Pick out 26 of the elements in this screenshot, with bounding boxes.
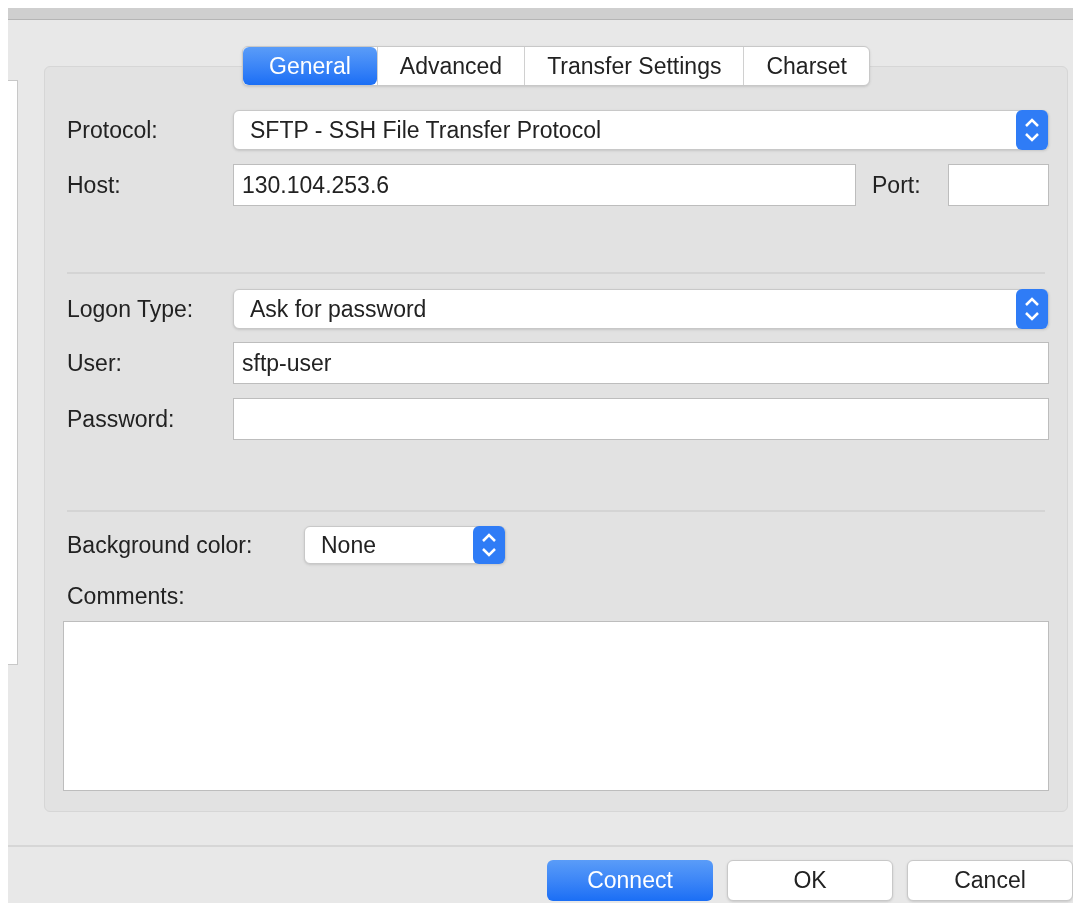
protocol-dropdown[interactable]: SFTP - SSH File Transfer Protocol	[233, 110, 1049, 150]
tab[interactable]: General	[243, 47, 377, 85]
chevron-up-down-icon	[1016, 110, 1048, 150]
comments-field[interactable]	[63, 621, 1049, 791]
field-label: User:	[67, 348, 123, 378]
field-label: Host:	[67, 170, 122, 200]
field-label: Port:	[872, 170, 922, 200]
password-field[interactable]	[233, 398, 1049, 440]
field-label: Password:	[67, 404, 176, 434]
dialog-button[interactable]: OK	[727, 860, 893, 901]
logon-type-dropdown[interactable]: Ask for password	[233, 289, 1049, 329]
chevron-up-down-icon	[1016, 289, 1048, 329]
field-label: Logon Type:	[67, 294, 195, 324]
field-label: Comments:	[67, 582, 186, 609]
chevron-up-down-icon	[473, 526, 505, 564]
field-label: Protocol:	[67, 115, 159, 145]
tab[interactable]: Transfer Settings	[524, 47, 744, 85]
tab[interactable]: Charset	[743, 47, 869, 85]
user-field[interactable]: sftp-user	[233, 342, 1049, 384]
background-color-dropdown[interactable]: None	[304, 526, 506, 564]
host-field[interactable]: 130.104.253.6	[233, 164, 856, 206]
dialog-button[interactable]: Connect	[547, 860, 713, 901]
port-field[interactable]	[948, 164, 1049, 206]
dialog-button[interactable]: Cancel	[907, 860, 1073, 901]
tab[interactable]: Advanced	[376, 47, 525, 85]
field-label: Background color:	[67, 530, 254, 560]
